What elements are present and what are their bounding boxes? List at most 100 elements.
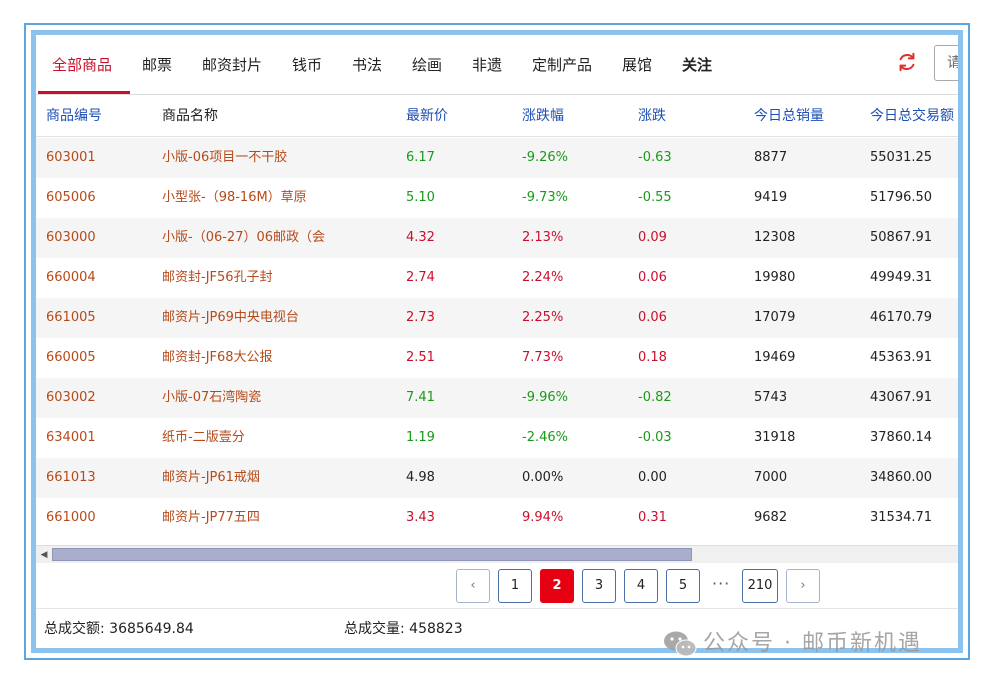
content-frame: 全部商品 邮票 邮资封片 钱币 书法 绘画 非遗 定制产品 展馆 关注 请 商品… <box>31 30 963 653</box>
table-row[interactable]: 661013 邮资片-JP61戒烟 4.98 0.00% 0.00 7000 34860.0… <box>36 458 958 498</box>
cell-change: -0.82 <box>638 390 672 405</box>
cell-price: 4.98 <box>406 470 435 485</box>
cell-change: -0.55 <box>638 190 672 205</box>
cell-name[interactable]: 邮资片-JP69中央电视台 <box>162 298 299 338</box>
pagination: ‹ 1 2 3 4 5 ··· 210 › <box>36 563 958 607</box>
refresh-icon[interactable] <box>896 51 918 73</box>
tab-all-products[interactable]: 全部商品 <box>52 35 112 95</box>
cell-price: 2.73 <box>406 310 435 325</box>
cell-change: -0.63 <box>638 150 672 165</box>
cell-code[interactable]: 605006 <box>46 178 96 218</box>
total-amount: 总成交额: 3685649.84 <box>44 617 194 641</box>
cell-name[interactable]: 小型张-（98-16M）草原 <box>162 178 307 218</box>
tab-postal-stationery[interactable]: 邮资封片 <box>202 35 262 95</box>
cell-change-pct: 2.25% <box>522 310 564 325</box>
page-button-1[interactable]: 1 <box>498 569 532 603</box>
header-code[interactable]: 商品编号 <box>46 95 102 137</box>
cell-volume: 12308 <box>754 230 796 245</box>
cell-price: 2.51 <box>406 350 435 365</box>
table-row[interactable]: 661000 邮资片-JP77五四 3.43 9.94% 0.31 9682 31534.7… <box>36 498 958 538</box>
header-change[interactable]: 涨跌 <box>638 95 666 137</box>
table-row[interactable]: 603001 小版-06项目一不干胶 6.17 -9.26% -0.63 8877 5503… <box>36 138 958 178</box>
cell-amount: 55031.25 <box>870 150 933 165</box>
table-row[interactable]: 603002 小版-07石湾陶瓷 7.41 -9.96% -0.82 5743 43067.… <box>36 378 958 418</box>
cell-volume: 19469 <box>754 350 796 365</box>
market-panel: 全部商品 邮票 邮资封片 钱币 书法 绘画 非遗 定制产品 展馆 关注 请 商品… <box>36 35 958 648</box>
total-amount-value: 3685649.84 <box>109 621 194 637</box>
cell-change-pct: -9.26% <box>522 150 568 165</box>
cell-name[interactable]: 小版-（06-27）06邮政（会 <box>162 218 325 258</box>
header-volume[interactable]: 今日总销量 <box>754 95 824 137</box>
cell-change-pct: 7.73% <box>522 350 564 365</box>
cell-amount: 50867.91 <box>870 230 933 245</box>
table-row[interactable]: 634001 纸币-二版壹分 1.19 -2.46% -0.03 31918 37860.1… <box>36 418 958 458</box>
cell-amount: 45363.91 <box>870 350 933 365</box>
cell-change-pct: -2.46% <box>522 430 568 445</box>
page-button-3[interactable]: 3 <box>582 569 616 603</box>
table-row[interactable]: 603000 小版-（06-27）06邮政（会 4.32 2.13% 0.09 12308… <box>36 218 958 258</box>
cell-name[interactable]: 邮资封-JF56孔子封 <box>162 258 273 298</box>
tab-intangible-heritage[interactable]: 非遗 <box>472 35 502 95</box>
cell-code[interactable]: 603001 <box>46 138 96 178</box>
table-row[interactable]: 660004 邮资封-JF56孔子封 2.74 2.24% 0.06 19980 49949… <box>36 258 958 298</box>
cell-volume: 17079 <box>754 310 796 325</box>
cell-change-pct: -9.73% <box>522 190 568 205</box>
tab-calligraphy[interactable]: 书法 <box>352 35 382 95</box>
cell-price: 6.17 <box>406 150 435 165</box>
cell-price: 7.41 <box>406 390 435 405</box>
wechat-icon <box>664 631 697 657</box>
tab-stamps[interactable]: 邮票 <box>142 35 172 95</box>
table-row[interactable]: 660005 邮资封-JF68大公报 2.51 7.73% 0.18 19469 45363… <box>36 338 958 378</box>
cell-volume: 5743 <box>754 390 788 405</box>
cell-name[interactable]: 邮资封-JF68大公报 <box>162 338 273 378</box>
cell-name[interactable]: 邮资片-JP61戒烟 <box>162 458 260 498</box>
header-change-pct[interactable]: 涨跌幅 <box>522 95 564 137</box>
cell-volume: 7000 <box>754 470 788 485</box>
header-name: 商品名称 <box>162 108 218 124</box>
page-button-4[interactable]: 4 <box>624 569 658 603</box>
cell-change: 0.00 <box>638 470 667 485</box>
cell-code[interactable]: 603002 <box>46 378 96 418</box>
active-tab-indicator <box>38 91 130 94</box>
cell-name[interactable]: 小版-07石湾陶瓷 <box>162 378 261 418</box>
category-tabs: 全部商品 邮票 邮资封片 钱币 书法 绘画 非遗 定制产品 展馆 关注 请 <box>36 35 958 95</box>
tab-painting[interactable]: 绘画 <box>412 35 442 95</box>
tab-coins[interactable]: 钱币 <box>292 35 322 95</box>
cell-name[interactable]: 纸币-二版壹分 <box>162 418 245 458</box>
page-button-2[interactable]: 2 <box>540 569 574 603</box>
page-button-last[interactable]: 210 <box>742 569 778 603</box>
cell-change-pct: 0.00% <box>522 470 564 485</box>
triangle-left-icon[interactable]: ◀ <box>38 549 50 561</box>
cell-change: 0.06 <box>638 270 667 285</box>
header-amount[interactable]: 今日总交易额 <box>870 95 954 137</box>
chevron-right-icon[interactable]: › <box>786 569 820 603</box>
cell-code[interactable]: 660004 <box>46 258 96 298</box>
tab-custom-products[interactable]: 定制产品 <box>532 35 592 95</box>
chevron-left-icon[interactable]: ‹ <box>456 569 490 603</box>
cell-name[interactable]: 小版-06项目一不干胶 <box>162 138 287 178</box>
cell-code[interactable]: 634001 <box>46 418 96 458</box>
cell-code[interactable]: 660005 <box>46 338 96 378</box>
search-input[interactable]: 请 <box>934 45 958 81</box>
cell-amount: 31534.71 <box>870 510 933 525</box>
total-amount-label: 总成交额: <box>44 621 105 637</box>
scrollbar-thumb[interactable] <box>52 548 692 561</box>
watermark-text: 公众号 · 邮币新机遇 <box>703 631 922 656</box>
footer-divider <box>36 608 958 609</box>
header-price[interactable]: 最新价 <box>406 95 448 137</box>
cell-price: 1.19 <box>406 430 435 445</box>
table-row[interactable]: 661005 邮资片-JP69中央电视台 2.73 2.25% 0.06 17079 461… <box>36 298 958 338</box>
horizontal-scrollbar[interactable]: ◀ <box>36 545 958 563</box>
table-row[interactable]: 605006 小型张-（98-16M）草原 5.10 -9.73% -0.55 9419 5… <box>36 178 958 218</box>
tab-following[interactable]: 关注 <box>682 35 712 95</box>
cell-code[interactable]: 661013 <box>46 458 96 498</box>
cell-name[interactable]: 邮资片-JP77五四 <box>162 498 260 538</box>
cell-code[interactable]: 661000 <box>46 498 96 538</box>
page-button-5[interactable]: 5 <box>666 569 700 603</box>
cell-amount: 49949.31 <box>870 270 933 285</box>
cell-change: 0.18 <box>638 350 667 365</box>
cell-code[interactable]: 603000 <box>46 218 96 258</box>
cell-volume: 9682 <box>754 510 788 525</box>
tab-exhibition-hall[interactable]: 展馆 <box>622 35 652 95</box>
cell-code[interactable]: 661005 <box>46 298 96 338</box>
